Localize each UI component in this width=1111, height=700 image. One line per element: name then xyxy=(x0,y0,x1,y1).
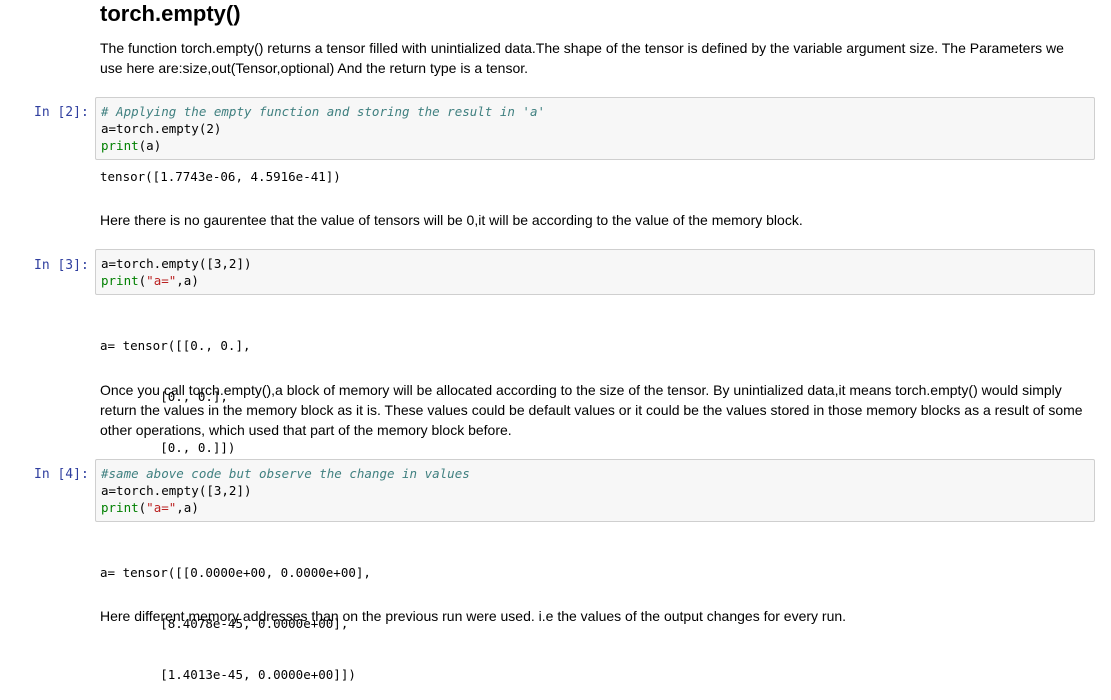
note-paragraph: Once you call torch.empty(),a block of m… xyxy=(100,382,1083,438)
code-args: ,a) xyxy=(176,500,199,515)
section-title: torch.empty() xyxy=(100,1,241,26)
code-cell[interactable]: # Applying the empty function and storin… xyxy=(95,97,1095,160)
code-builtin: print xyxy=(101,500,139,515)
output-line: a= tensor([[0., 0.], xyxy=(100,338,251,353)
code-comment: #same above code but observe the change … xyxy=(101,466,470,481)
intro-paragraph: The function torch.empty() returns a ten… xyxy=(100,40,1064,76)
code-line: # Applying the empty function and storin… xyxy=(101,103,1089,120)
output-line: a= tensor([[0.0000e+00, 0.0000e+00], xyxy=(100,565,371,580)
output-line: tensor([1.7743e-06, 4.5916e-41]) xyxy=(100,169,341,184)
code-builtin: print xyxy=(101,273,139,288)
code-line: a=torch.empty(2) xyxy=(101,121,222,136)
code-line: print(a) xyxy=(101,137,1089,154)
cell-prompt: In [3]: xyxy=(34,258,89,273)
output-line: [1.4013e-45, 0.0000e+00]]) xyxy=(100,667,356,682)
code-string: "a=" xyxy=(146,273,177,288)
output-line: [0., 0.]]) xyxy=(100,440,236,455)
code-line: a=torch.empty([3,2]) xyxy=(101,483,252,498)
cell-output: tensor([1.7743e-06, 4.5916e-41]) xyxy=(100,168,341,185)
cell-prompt: In [4]: xyxy=(34,467,89,482)
code-line: print("a=",a) xyxy=(101,272,1089,289)
code-comment: # Applying the empty function and storin… xyxy=(101,104,546,119)
code-line: a=torch.empty([3,2]) xyxy=(101,256,252,271)
code-builtin: print xyxy=(101,138,139,153)
code-cell[interactable]: #same above code but observe the change … xyxy=(95,459,1095,522)
code-cell[interactable]: a=torch.empty([3,2]) print("a=",a) xyxy=(95,249,1095,295)
code-args: ,a) xyxy=(176,273,199,288)
code-line: print("a=",a) xyxy=(101,499,1089,516)
note-paragraph: Here different memory addresses than on … xyxy=(100,608,847,624)
code-string: "a=" xyxy=(146,500,177,515)
cell-prompt: In [2]: xyxy=(34,105,89,120)
note-paragraph: Here there is no gaurentee that the valu… xyxy=(100,212,803,228)
code-args: (a) xyxy=(138,138,162,153)
code-line: #same above code but observe the change … xyxy=(101,465,1089,482)
